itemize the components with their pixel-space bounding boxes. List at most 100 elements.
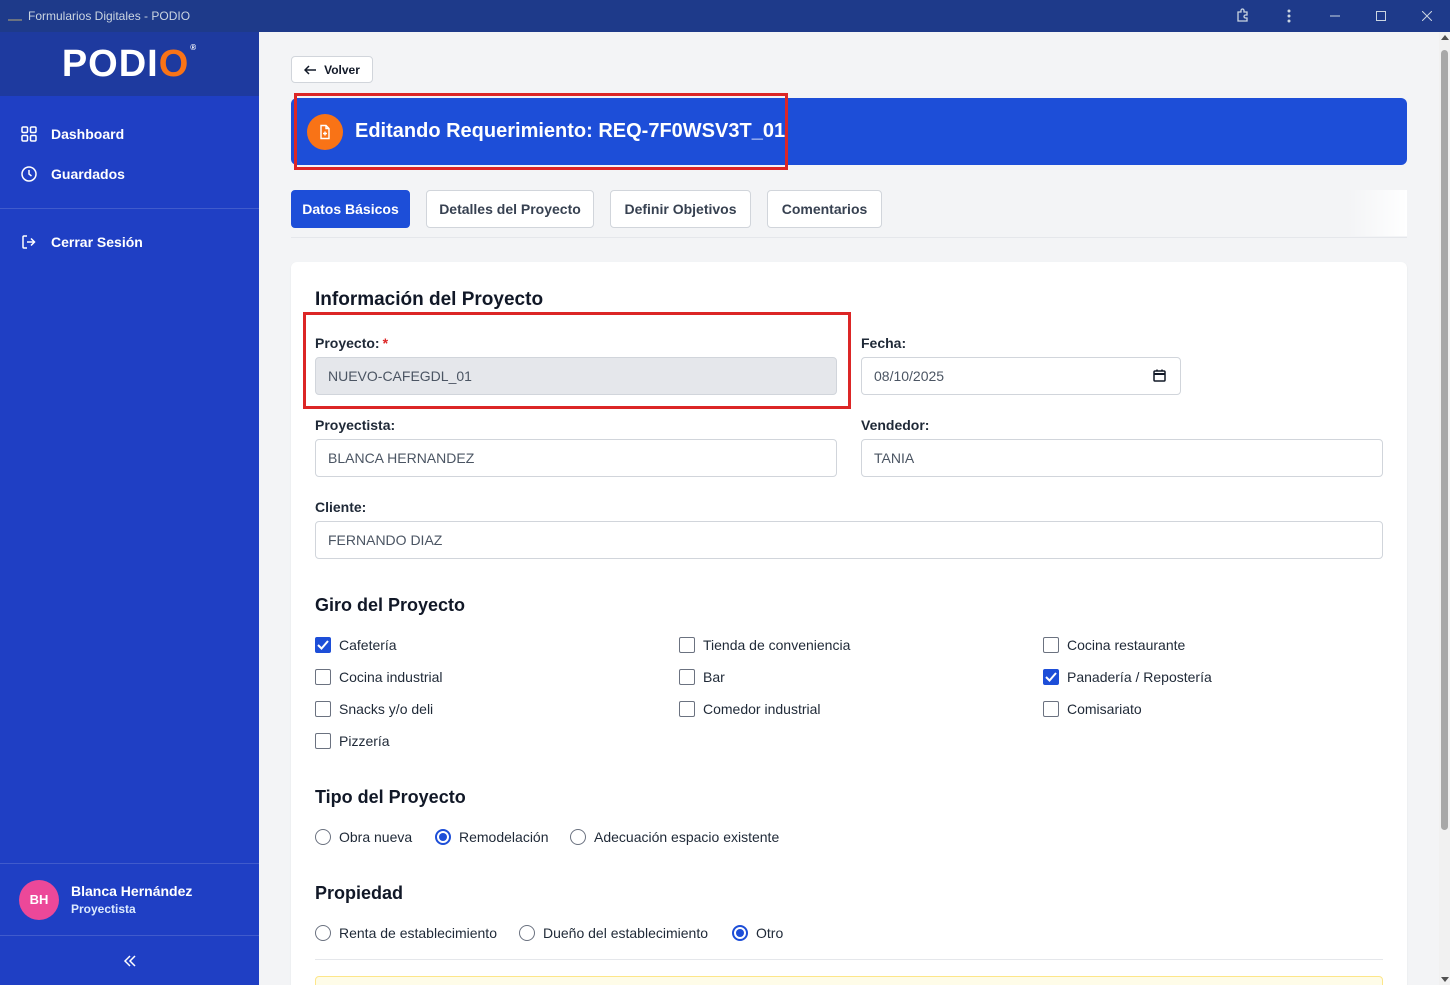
- vendedor-label: Vendedor:: [861, 417, 930, 433]
- maximize-button[interactable]: [1358, 0, 1404, 32]
- clock-icon: [20, 165, 38, 183]
- checkbox-box[interactable]: [1043, 701, 1059, 717]
- checkbox-label: Pizzería: [339, 733, 390, 749]
- more-options-icon[interactable]: [1266, 0, 1312, 32]
- close-button[interactable]: [1404, 0, 1450, 32]
- checkbox-comisariato[interactable]: Comisariato: [1043, 701, 1142, 717]
- checkbox-cocina-industrial[interactable]: Cocina industrial: [315, 669, 443, 685]
- sidebar: PODIO® Dashboard Guardados Cerrar Sesión…: [0, 32, 259, 985]
- checkbox-panaderia[interactable]: Panadería / Repostería: [1043, 669, 1212, 685]
- sidebar-item-logout[interactable]: Cerrar Sesión: [0, 222, 259, 262]
- notice-box: [315, 976, 1383, 985]
- fecha-value: 08/10/2025: [874, 368, 945, 384]
- sidebar-item-label: Guardados: [51, 166, 125, 182]
- checkbox-cocina-restaurante[interactable]: Cocina restaurante: [1043, 637, 1185, 653]
- section-title-info: Información del Proyecto: [315, 289, 544, 310]
- checkbox-comedor[interactable]: Comedor industrial: [679, 701, 821, 717]
- radio-obra-nueva[interactable]: Obra nueva: [315, 829, 412, 845]
- user-profile[interactable]: BH Blanca Hernández Proyectista: [0, 863, 259, 936]
- radio-circle[interactable]: [315, 829, 331, 845]
- radio-circle[interactable]: [315, 925, 331, 941]
- checkbox-snacks[interactable]: Snacks y/o deli: [315, 701, 433, 717]
- logout-icon: [20, 233, 38, 251]
- cliente-label: Cliente:: [315, 499, 367, 515]
- extensions-icon[interactable]: [1220, 0, 1266, 32]
- radio-dueno[interactable]: Dueño del establecimiento: [519, 925, 708, 941]
- radio-otro[interactable]: Otro: [732, 925, 783, 941]
- calendar-icon[interactable]: [1153, 369, 1166, 385]
- podio-logo: PODIO®: [61, 42, 198, 85]
- arrow-left-icon: [304, 62, 317, 78]
- collapse-sidebar-button[interactable]: [0, 936, 259, 985]
- fecha-label: Fecha:: [861, 335, 907, 351]
- user-name: Blanca Hernández: [71, 883, 193, 899]
- checkbox-cafeteria[interactable]: Cafetería: [315, 637, 397, 653]
- checkbox-label: Tienda de conveniencia: [703, 637, 851, 653]
- tab-bar: Datos Básicos Detalles del Proyecto Defi…: [291, 190, 1407, 238]
- scrollbar[interactable]: [1439, 32, 1450, 985]
- checkbox-box[interactable]: [315, 669, 331, 685]
- tab-comentarios[interactable]: Comentarios: [767, 190, 882, 228]
- main-content: Volver Editando Requerimiento: REQ-7F0WS…: [259, 32, 1439, 985]
- sidebar-item-guardados[interactable]: Guardados: [0, 154, 259, 194]
- chevrons-left-icon: [123, 954, 136, 967]
- checkbox-box[interactable]: [315, 701, 331, 717]
- checkbox-label: Comedor industrial: [703, 701, 821, 717]
- tab-detalles-proyecto[interactable]: Detalles del Proyecto: [426, 190, 594, 228]
- radio-adecuacion[interactable]: Adecuación espacio existente: [570, 829, 779, 845]
- checkbox-label: Comisariato: [1067, 701, 1142, 717]
- highlight-box: [294, 93, 788, 170]
- minimize-button[interactable]: [1312, 0, 1358, 32]
- back-label: Volver: [324, 62, 360, 77]
- window-title: Formularios Digitales - PODIO: [28, 9, 191, 23]
- scroll-up-arrow[interactable]: [1441, 35, 1449, 40]
- grid-icon: [20, 125, 38, 143]
- checkbox-label: Bar: [703, 669, 725, 685]
- checkbox-label: Snacks y/o deli: [339, 701, 434, 717]
- radio-circle[interactable]: [435, 829, 451, 845]
- radio-renta[interactable]: Renta de establecimiento: [315, 925, 497, 941]
- scrollbar-thumb[interactable]: [1441, 50, 1448, 830]
- checkbox-box[interactable]: [1043, 669, 1059, 685]
- fecha-field[interactable]: 08/10/2025: [861, 357, 1181, 395]
- radio-label: Otro: [756, 925, 784, 941]
- highlight-box: [303, 312, 851, 409]
- section-divider: [315, 959, 1383, 960]
- radio-circle[interactable]: [732, 925, 748, 941]
- user-role: Proyectista: [71, 902, 136, 916]
- tab-datos-basicos[interactable]: Datos Básicos: [291, 190, 410, 228]
- form-card: Información del Proyecto Proyecto: * NUEV…: [291, 262, 1407, 985]
- radio-circle[interactable]: [519, 925, 535, 941]
- window-titlebar: Formularios Digitales - PODIO: [0, 0, 1450, 32]
- radio-circle[interactable]: [570, 829, 586, 845]
- radio-remodelacion[interactable]: Remodelación: [435, 829, 549, 845]
- checkbox-box[interactable]: [679, 637, 695, 653]
- checkbox-box[interactable]: [679, 669, 695, 685]
- section-title-giro: Giro del Proyecto: [315, 595, 466, 615]
- section-title-propiedad: Propiedad: [315, 883, 404, 903]
- checkbox-box[interactable]: [1043, 637, 1059, 653]
- logo-area: PODIO®: [0, 32, 259, 96]
- checkbox-tienda[interactable]: Tienda de conveniencia: [679, 637, 850, 653]
- proyectista-field[interactable]: BLANCA HERNANDEZ: [315, 439, 837, 477]
- tabs-fade: [1347, 190, 1407, 236]
- checkbox-label: Panadería / Repostería: [1067, 669, 1212, 685]
- checkbox-label: Cafetería: [339, 637, 397, 653]
- sidebar-item-dashboard[interactable]: Dashboard: [0, 114, 259, 154]
- vendedor-field[interactable]: TANIA: [861, 439, 1383, 477]
- checkbox-box[interactable]: [679, 701, 695, 717]
- checkbox-bar[interactable]: Bar: [679, 669, 725, 685]
- radio-label: Remodelación: [459, 829, 549, 845]
- proyectista-label: Proyectista:: [315, 417, 396, 433]
- back-button[interactable]: Volver: [291, 56, 373, 83]
- section-title-tipo: Tipo del Proyecto: [315, 787, 466, 807]
- cliente-field[interactable]: FERNANDO DIAZ: [315, 521, 1383, 559]
- checkbox-box[interactable]: [315, 733, 331, 749]
- scroll-down-arrow[interactable]: [1441, 977, 1449, 982]
- checkbox-box[interactable]: [315, 637, 331, 653]
- sidebar-nav: Dashboard Guardados Cerrar Sesión: [0, 96, 259, 262]
- checkbox-pizzeria[interactable]: Pizzería: [315, 733, 390, 749]
- radio-label: Renta de establecimiento: [339, 925, 497, 941]
- sidebar-item-label: Cerrar Sesión: [51, 234, 143, 250]
- tab-definir-objetivos[interactable]: Definir Objetivos: [610, 190, 751, 228]
